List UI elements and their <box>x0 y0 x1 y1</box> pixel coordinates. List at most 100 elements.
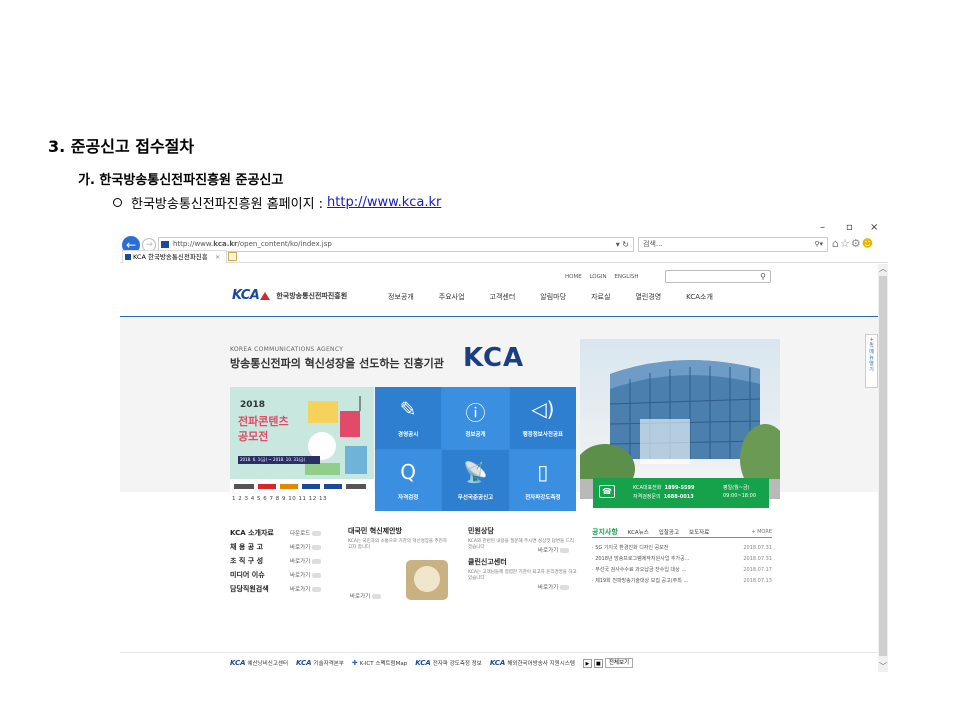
quick-link-admin-info[interactable]: ◁) 행정정보사전공표 <box>509 387 576 449</box>
banner-kca-logo: KCA <box>415 659 431 667</box>
bullet-line: 한국방송통신전파진흥원 홈페이지 : http://www.kca.kr <box>113 193 441 212</box>
nav-item-customer-center[interactable]: 고객센터 <box>490 292 516 302</box>
poster-date: 2018. 6. 1(금) ~ 2018. 10. 31(금) <box>238 456 320 464</box>
banner-overseas-broadcast[interactable]: KCA 해외한국어방송사 지원시스템 <box>490 659 575 667</box>
banner-next-icon[interactable]: ▶ <box>582 658 592 668</box>
quick-links-grid: ✎ 경영공시 ⓘ 정보공개 ◁) 행정정보사전공표 Q 자격검정 📡 무선국준공… <box>375 387 576 511</box>
util-english-link[interactable]: ENGLISH <box>614 274 638 280</box>
shortcut-go-button[interactable]: 바로가기 <box>290 557 322 565</box>
poster-title-line2: 공모전 <box>238 430 269 443</box>
quick-link-label: 행정정보사전공표 <box>522 432 564 438</box>
notice-item[interactable]: · 5G 기지국 환경친화 디자인 공모전 2018.07.31 <box>592 542 772 553</box>
info-icon: ⓘ <box>465 401 486 425</box>
minimize-icon[interactable]: – <box>820 222 825 233</box>
banner-kca-logo: KCA <box>296 659 312 667</box>
shortcut-menu: KCA 소개자료 다운로드 채 용 공 고 바로가기 조 직 구 성 바로가기 … <box>230 526 340 596</box>
banner-budget-waste[interactable]: KCA 예산낭비신고센터 <box>230 659 288 667</box>
quick-link-label: 무선국준공신고 <box>457 494 494 501</box>
shortcut-go-button[interactable]: 바로가기 <box>290 543 322 551</box>
banner-stop-icon[interactable]: ■ <box>593 658 603 668</box>
nav-item-library[interactable]: 자료실 <box>591 292 610 302</box>
new-tab-icon[interactable] <box>228 252 237 261</box>
hero-subtitle: KOREA COMMUNICATIONS AGENCY <box>230 346 344 353</box>
site-search-icon[interactable]: ⚲ <box>760 272 766 281</box>
home-icon[interactable]: ⌂ <box>832 237 840 250</box>
contest-poster-banner[interactable]: 2018 전파콘텐츠 공모전 2018. 6. 1(금) ~ 2018. 10.… <box>230 387 374 507</box>
logo-triangle-icon <box>260 291 271 300</box>
scroll-down-icon[interactable]: ﹀ <box>878 662 888 672</box>
logo-text: 한국방송통신전파진흥원 <box>276 291 348 300</box>
favorites-star-icon[interactable]: ☆ <box>840 237 851 250</box>
nav-item-notices[interactable]: 알림마당 <box>540 292 566 302</box>
footer-banner-strip: KCA 예산낭비신고센터 KCA 기술자격본부 ✚ K-ICT 스펙트럼Map KCA… <box>120 652 878 672</box>
quick-link-management-disclosure[interactable]: ✎ 경영공시 <box>375 387 442 449</box>
tab-bids[interactable]: 입찰공고 <box>659 528 679 536</box>
shortcut-action-label: 바로가기 <box>290 559 311 565</box>
banner-tech-cert[interactable]: KCA 기술자격본부 <box>296 659 344 667</box>
banner-label: 예산낭비신고센터 <box>247 661 289 667</box>
quick-menu-toggle[interactable]: + 퀵 메 뉴 열 기 <box>865 334 878 388</box>
quick-link-label: 경영공시 <box>398 432 419 438</box>
tab-kca-news[interactable]: KCA뉴스 <box>628 528 649 536</box>
smiley-icon[interactable]: ☻ <box>862 237 874 250</box>
tab-close-icon[interactable]: × <box>215 253 220 261</box>
maximize-icon[interactable]: ▫ <box>846 222 853 233</box>
tab-press[interactable]: 보도자료 <box>689 528 709 536</box>
quick-link-certification[interactable]: Q 자격검정 <box>375 449 442 511</box>
util-home-link[interactable]: HOME <box>565 274 582 280</box>
site-search-input[interactable]: ⚲ <box>665 270 771 283</box>
pen-icon: ✎ <box>399 397 417 421</box>
browser-screenshot: – ▫ × ← → http://www.kca.kr/open_content… <box>120 220 888 672</box>
civil-go-button[interactable]: 바로가기 <box>538 546 570 554</box>
shortcut-go-button[interactable]: 바로가기 <box>290 571 322 579</box>
banner-emf-info[interactable]: KCA 전자파 강도측정 정보 <box>415 659 482 667</box>
shortcut-go-button[interactable]: 바로가기 <box>290 585 322 593</box>
scroll-thumb[interactable] <box>879 276 887 656</box>
notice-title: 제19회 전파방송기술대상 모집 공고(주최 ... <box>595 578 689 584</box>
notice-title: 5G 기지국 환경친화 디자인 공모전 <box>595 545 669 551</box>
notice-item[interactable]: · 제19회 전파방송기술대상 모집 공고(주최 ... 2018.07.13 <box>592 575 772 586</box>
nav-item-about-kca[interactable]: KCA소개 <box>686 292 713 302</box>
shortcut-action-label: 바로가기 <box>290 573 311 579</box>
browser-tab[interactable]: KCA 한국방송통신전파진흥 × <box>122 250 228 263</box>
clean-report-go-button[interactable]: 바로가기 <box>538 583 570 591</box>
quick-link-radio-completion-report[interactable]: 📡 무선국준공신고 <box>442 449 509 511</box>
shortcut-row: 채 용 공 고 바로가기 <box>230 540 340 554</box>
proposal-desc: KCA는 국민과의 소통으로 기관의 혁신성장을 추진하고자 합니다 <box>348 539 447 550</box>
settings-gear-icon[interactable]: ⚙ <box>851 237 862 250</box>
notice-item[interactable]: · 무선국 검사수수료 과오납금 잔수입 대상 ... 2018.07.17 <box>592 564 772 575</box>
kca-logo[interactable]: KCA 한국방송통신전파진흥원 <box>232 288 347 303</box>
quick-link-emf-measurement[interactable]: ▯ 전자파강도측정 <box>509 449 576 511</box>
shortcut-label: 조 직 구 성 <box>230 557 264 565</box>
sponsor-logos <box>234 484 366 489</box>
shortcut-download-button[interactable]: 다운로드 <box>290 529 322 537</box>
notice-title: 무선국 검사수수료 과오납금 잔수입 대상 ... <box>595 567 687 573</box>
scroll-up-icon[interactable]: ︿ <box>878 264 888 274</box>
proposal-go-button[interactable]: 바로가기 <box>350 592 382 600</box>
banner-spectrum-map[interactable]: ✚ K-ICT 스펙트럼Map <box>352 659 407 667</box>
notice-item[interactable]: · 2018년 방송프로그램제작지원사업 추가공... 2018.07.31 <box>592 553 772 564</box>
notice-more-link[interactable]: + MORE <box>751 529 772 535</box>
poster-pagination[interactable]: 1 2 3 4 5 6 7 8 9 10 11 12 13 <box>232 496 327 502</box>
tab-notices[interactable]: 공지사항 <box>592 527 618 537</box>
close-icon[interactable]: × <box>870 222 878 233</box>
hero-kca-wordmark: KCA <box>463 343 525 373</box>
shortcut-row: 조 직 구 성 바로가기 <box>230 554 340 568</box>
subsection-heading: 가. 한국방송통신전파진흥원 준공신고 <box>78 173 284 188</box>
vertical-scrollbar[interactable]: ︿ ﹀ <box>878 264 888 672</box>
bullet-text: 한국방송통신전파진흥원 홈페이지 : <box>131 197 324 212</box>
nav-item-main-projects[interactable]: 주요사업 <box>439 292 465 302</box>
banner-kca-logo: KCA <box>230 659 246 667</box>
util-login-link[interactable]: LOGIN <box>589 274 606 280</box>
nav-item-info-disclosure[interactable]: 정보공개 <box>388 292 414 302</box>
poster-title-line1: 전파콘텐츠 <box>238 415 289 428</box>
civil-title: 민원상담 <box>468 527 494 535</box>
nav-item-open-management[interactable]: 열린경영 <box>635 292 661 302</box>
quick-link-info-disclosure[interactable]: ⓘ 정보공개 <box>442 387 509 449</box>
site-favicon-icon <box>161 241 169 248</box>
footer-banner-row: KCA 예산낭비신고센터 KCA 기술자격본부 ✚ K-ICT 스펙트럼Map KCA… <box>230 658 634 668</box>
notice-board: 공지사항 KCA뉴스 입찰공고 보도자료 + MORE · 5G 기지국 환경친… <box>592 526 772 586</box>
banner-view-all-button[interactable]: 전체보기 <box>604 658 634 668</box>
kca-homepage-link[interactable]: http://www.kca.kr <box>327 195 441 210</box>
banner-label: K-ICT 스펙트럼Map <box>359 661 408 667</box>
